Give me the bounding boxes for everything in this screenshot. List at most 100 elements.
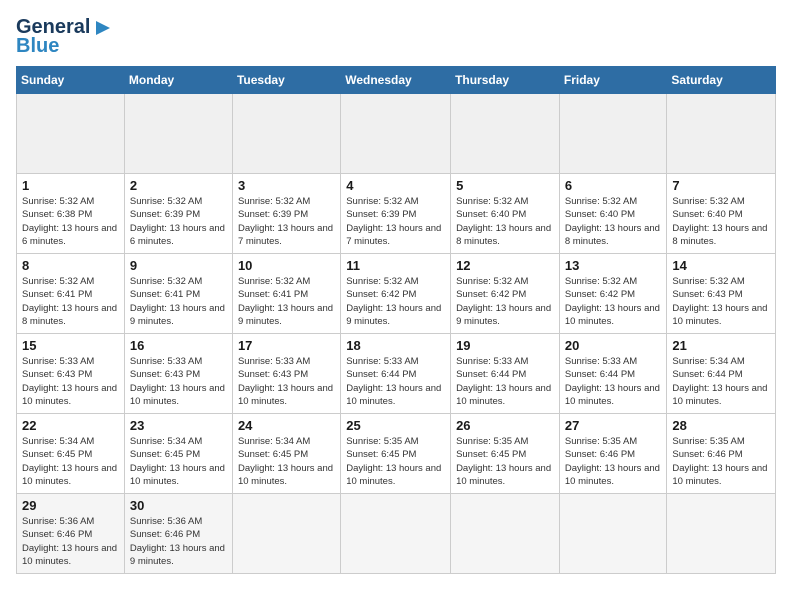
day-number: 21 [672,338,770,353]
day-number: 9 [130,258,227,273]
day-number: 27 [565,418,662,433]
day-info: Sunrise: 5:32 AMSunset: 6:39 PMDaylight:… [130,196,225,247]
day-info: Sunrise: 5:34 AMSunset: 6:45 PMDaylight:… [238,436,333,487]
day-number: 17 [238,338,335,353]
calendar-cell: 25 Sunrise: 5:35 AMSunset: 6:45 PMDaylig… [341,414,451,494]
day-number: 18 [346,338,445,353]
calendar-cell: 24 Sunrise: 5:34 AMSunset: 6:45 PMDaylig… [232,414,340,494]
calendar-cell: 21 Sunrise: 5:34 AMSunset: 6:44 PMDaylig… [667,334,776,414]
day-info: Sunrise: 5:35 AMSunset: 6:45 PMDaylight:… [346,436,441,487]
calendar-cell: 2 Sunrise: 5:32 AMSunset: 6:39 PMDayligh… [124,174,232,254]
calendar-cell: 29 Sunrise: 5:36 AMSunset: 6:46 PMDaylig… [17,494,125,574]
calendar-cell: 6 Sunrise: 5:32 AMSunset: 6:40 PMDayligh… [559,174,667,254]
day-info: Sunrise: 5:32 AMSunset: 6:42 PMDaylight:… [565,276,660,327]
calendar-cell: 19 Sunrise: 5:33 AMSunset: 6:44 PMDaylig… [451,334,560,414]
logo-blue-text: Blue [16,35,59,58]
day-number: 29 [22,498,119,513]
day-info: Sunrise: 5:32 AMSunset: 6:39 PMDaylight:… [346,196,441,247]
calendar-cell: 10 Sunrise: 5:32 AMSunset: 6:41 PMDaylig… [232,254,340,334]
day-number: 7 [672,178,770,193]
day-info: Sunrise: 5:33 AMSunset: 6:43 PMDaylight:… [238,356,333,407]
calendar-cell: 7 Sunrise: 5:32 AMSunset: 6:40 PMDayligh… [667,174,776,254]
day-number: 2 [130,178,227,193]
day-info: Sunrise: 5:33 AMSunset: 6:44 PMDaylight:… [565,356,660,407]
day-number: 25 [346,418,445,433]
day-info: Sunrise: 5:32 AMSunset: 6:43 PMDaylight:… [672,276,767,327]
day-number: 14 [672,258,770,273]
day-info: Sunrise: 5:32 AMSunset: 6:38 PMDaylight:… [22,196,117,247]
calendar-cell: 4 Sunrise: 5:32 AMSunset: 6:39 PMDayligh… [341,174,451,254]
day-number: 10 [238,258,335,273]
day-info: Sunrise: 5:32 AMSunset: 6:42 PMDaylight:… [456,276,551,327]
day-number: 19 [456,338,554,353]
day-number: 23 [130,418,227,433]
calendar-header-friday: Friday [559,67,667,94]
day-info: Sunrise: 5:36 AMSunset: 6:46 PMDaylight:… [22,516,117,567]
calendar-cell: 20 Sunrise: 5:33 AMSunset: 6:44 PMDaylig… [559,334,667,414]
day-info: Sunrise: 5:34 AMSunset: 6:45 PMDaylight:… [130,436,225,487]
day-info: Sunrise: 5:32 AMSunset: 6:42 PMDaylight:… [346,276,441,327]
day-number: 5 [456,178,554,193]
calendar-cell [17,94,125,174]
day-number: 4 [346,178,445,193]
day-info: Sunrise: 5:32 AMSunset: 6:40 PMDaylight:… [565,196,660,247]
calendar-week-row: 22 Sunrise: 5:34 AMSunset: 6:45 PMDaylig… [17,414,776,494]
day-info: Sunrise: 5:34 AMSunset: 6:45 PMDaylight:… [22,436,117,487]
calendar-week-row: 1 Sunrise: 5:32 AMSunset: 6:38 PMDayligh… [17,174,776,254]
calendar-cell: 3 Sunrise: 5:32 AMSunset: 6:39 PMDayligh… [232,174,340,254]
calendar-cell: 26 Sunrise: 5:35 AMSunset: 6:45 PMDaylig… [451,414,560,494]
day-info: Sunrise: 5:32 AMSunset: 6:41 PMDaylight:… [238,276,333,327]
day-info: Sunrise: 5:33 AMSunset: 6:43 PMDaylight:… [22,356,117,407]
day-number: 1 [22,178,119,193]
calendar-header-wednesday: Wednesday [341,67,451,94]
calendar-cell: 15 Sunrise: 5:33 AMSunset: 6:43 PMDaylig… [17,334,125,414]
day-info: Sunrise: 5:35 AMSunset: 6:46 PMDaylight:… [565,436,660,487]
day-info: Sunrise: 5:35 AMSunset: 6:45 PMDaylight:… [456,436,551,487]
calendar-cell: 18 Sunrise: 5:33 AMSunset: 6:44 PMDaylig… [341,334,451,414]
logo: General Blue [16,16,114,58]
day-info: Sunrise: 5:32 AMSunset: 6:40 PMDaylight:… [672,196,767,247]
day-info: Sunrise: 5:33 AMSunset: 6:43 PMDaylight:… [130,356,225,407]
calendar-cell: 28 Sunrise: 5:35 AMSunset: 6:46 PMDaylig… [667,414,776,494]
calendar-cell: 30 Sunrise: 5:36 AMSunset: 6:46 PMDaylig… [124,494,232,574]
calendar-cell: 8 Sunrise: 5:32 AMSunset: 6:41 PMDayligh… [17,254,125,334]
day-number: 20 [565,338,662,353]
day-number: 6 [565,178,662,193]
calendar-week-row [17,94,776,174]
calendar-cell: 22 Sunrise: 5:34 AMSunset: 6:45 PMDaylig… [17,414,125,494]
calendar-cell: 9 Sunrise: 5:32 AMSunset: 6:41 PMDayligh… [124,254,232,334]
day-number: 30 [130,498,227,513]
day-number: 3 [238,178,335,193]
calendar-week-row: 8 Sunrise: 5:32 AMSunset: 6:41 PMDayligh… [17,254,776,334]
calendar-cell [451,494,560,574]
calendar-cell [232,94,340,174]
calendar-cell: 27 Sunrise: 5:35 AMSunset: 6:46 PMDaylig… [559,414,667,494]
day-number: 11 [346,258,445,273]
day-number: 15 [22,338,119,353]
day-info: Sunrise: 5:34 AMSunset: 6:44 PMDaylight:… [672,356,767,407]
calendar-cell [559,94,667,174]
logo-triangle-icon [92,17,114,39]
calendar-week-row: 15 Sunrise: 5:33 AMSunset: 6:43 PMDaylig… [17,334,776,414]
page-header: General Blue [16,16,776,58]
day-number: 28 [672,418,770,433]
calendar-cell: 13 Sunrise: 5:32 AMSunset: 6:42 PMDaylig… [559,254,667,334]
calendar-cell: 17 Sunrise: 5:33 AMSunset: 6:43 PMDaylig… [232,334,340,414]
calendar-cell [341,94,451,174]
day-info: Sunrise: 5:36 AMSunset: 6:46 PMDaylight:… [130,516,225,567]
calendar-cell: 12 Sunrise: 5:32 AMSunset: 6:42 PMDaylig… [451,254,560,334]
calendar-cell [451,94,560,174]
calendar-cell [667,494,776,574]
calendar-cell: 23 Sunrise: 5:34 AMSunset: 6:45 PMDaylig… [124,414,232,494]
calendar-cell [341,494,451,574]
calendar-cell [232,494,340,574]
day-number: 12 [456,258,554,273]
calendar-cell [559,494,667,574]
calendar-cell [124,94,232,174]
calendar-header-saturday: Saturday [667,67,776,94]
day-info: Sunrise: 5:35 AMSunset: 6:46 PMDaylight:… [672,436,767,487]
day-info: Sunrise: 5:33 AMSunset: 6:44 PMDaylight:… [346,356,441,407]
day-info: Sunrise: 5:32 AMSunset: 6:39 PMDaylight:… [238,196,333,247]
calendar-cell: 5 Sunrise: 5:32 AMSunset: 6:40 PMDayligh… [451,174,560,254]
day-number: 13 [565,258,662,273]
